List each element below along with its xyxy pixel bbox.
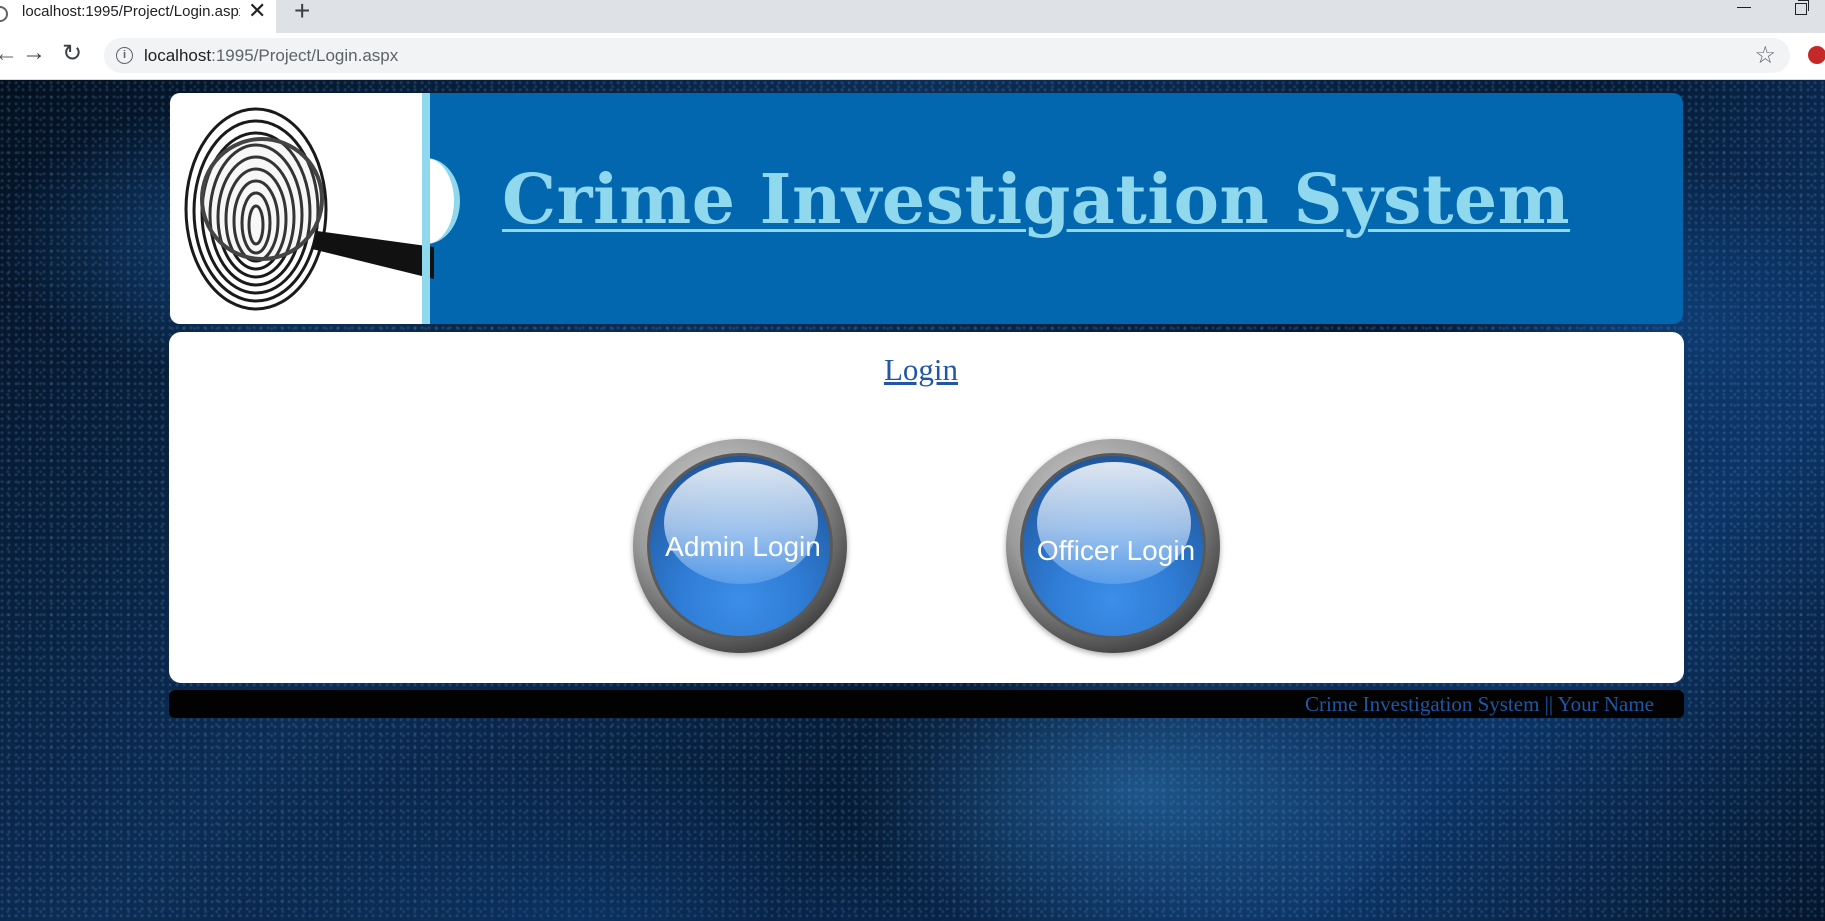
officer-login-label: Officer Login	[1036, 535, 1196, 566]
orb-gloss	[664, 462, 818, 584]
tab-title: localhost:1995/Project/Login.aspx	[22, 3, 240, 20]
footer-text: Crime Investigation System || Your Name	[1304, 692, 1654, 716]
footer-bar: Crime Investigation System || Your Name	[169, 690, 1684, 718]
banner-logo-area	[170, 93, 434, 324]
officer-login-orb: Officer Login	[1020, 453, 1206, 639]
admin-login-orb: Admin Login	[647, 453, 833, 639]
admin-login-label: Admin Login	[665, 531, 821, 562]
url-host: localhost	[144, 46, 212, 65]
globe-icon	[0, 6, 8, 22]
login-heading-link[interactable]: Login	[884, 352, 958, 388]
bookmark-star-icon[interactable]: ☆	[1754, 41, 1776, 70]
info-icon[interactable]: i	[116, 47, 133, 64]
banner-divider	[422, 93, 430, 324]
restore-icon[interactable]	[1795, 0, 1809, 15]
forward-icon[interactable]: →	[22, 39, 46, 67]
site-title[interactable]: Crime Investigation System	[502, 160, 1646, 240]
extension-icon[interactable]	[1808, 46, 1825, 64]
address-bar[interactable]: i localhost:1995/Project/Login.aspx ☆	[104, 38, 1790, 73]
browser-toolbar: ← → ↻ i localhost:1995/Project/Login.asp…	[0, 33, 1825, 80]
reload-icon[interactable]: ↻	[62, 39, 82, 68]
browser-tab[interactable]: localhost:1995/Project/Login.aspx ✕	[0, 0, 276, 33]
tab-strip: localhost:1995/Project/Login.aspx ✕ +	[0, 0, 1825, 33]
officer-login-button[interactable]: Officer Login	[1006, 439, 1220, 653]
close-tab-icon[interactable]: ✕	[248, 0, 266, 23]
url-path: :1995/Project/Login.aspx	[211, 46, 399, 65]
login-panel: Login Admin Login Officer Login	[169, 332, 1684, 683]
back-icon[interactable]: ←	[0, 40, 18, 68]
url-text[interactable]: localhost:1995/Project/Login.aspx	[144, 45, 398, 66]
new-tab-icon[interactable]: +	[294, 0, 310, 25]
admin-login-button[interactable]: Admin Login	[633, 439, 847, 653]
minimize-icon[interactable]	[1737, 7, 1751, 8]
